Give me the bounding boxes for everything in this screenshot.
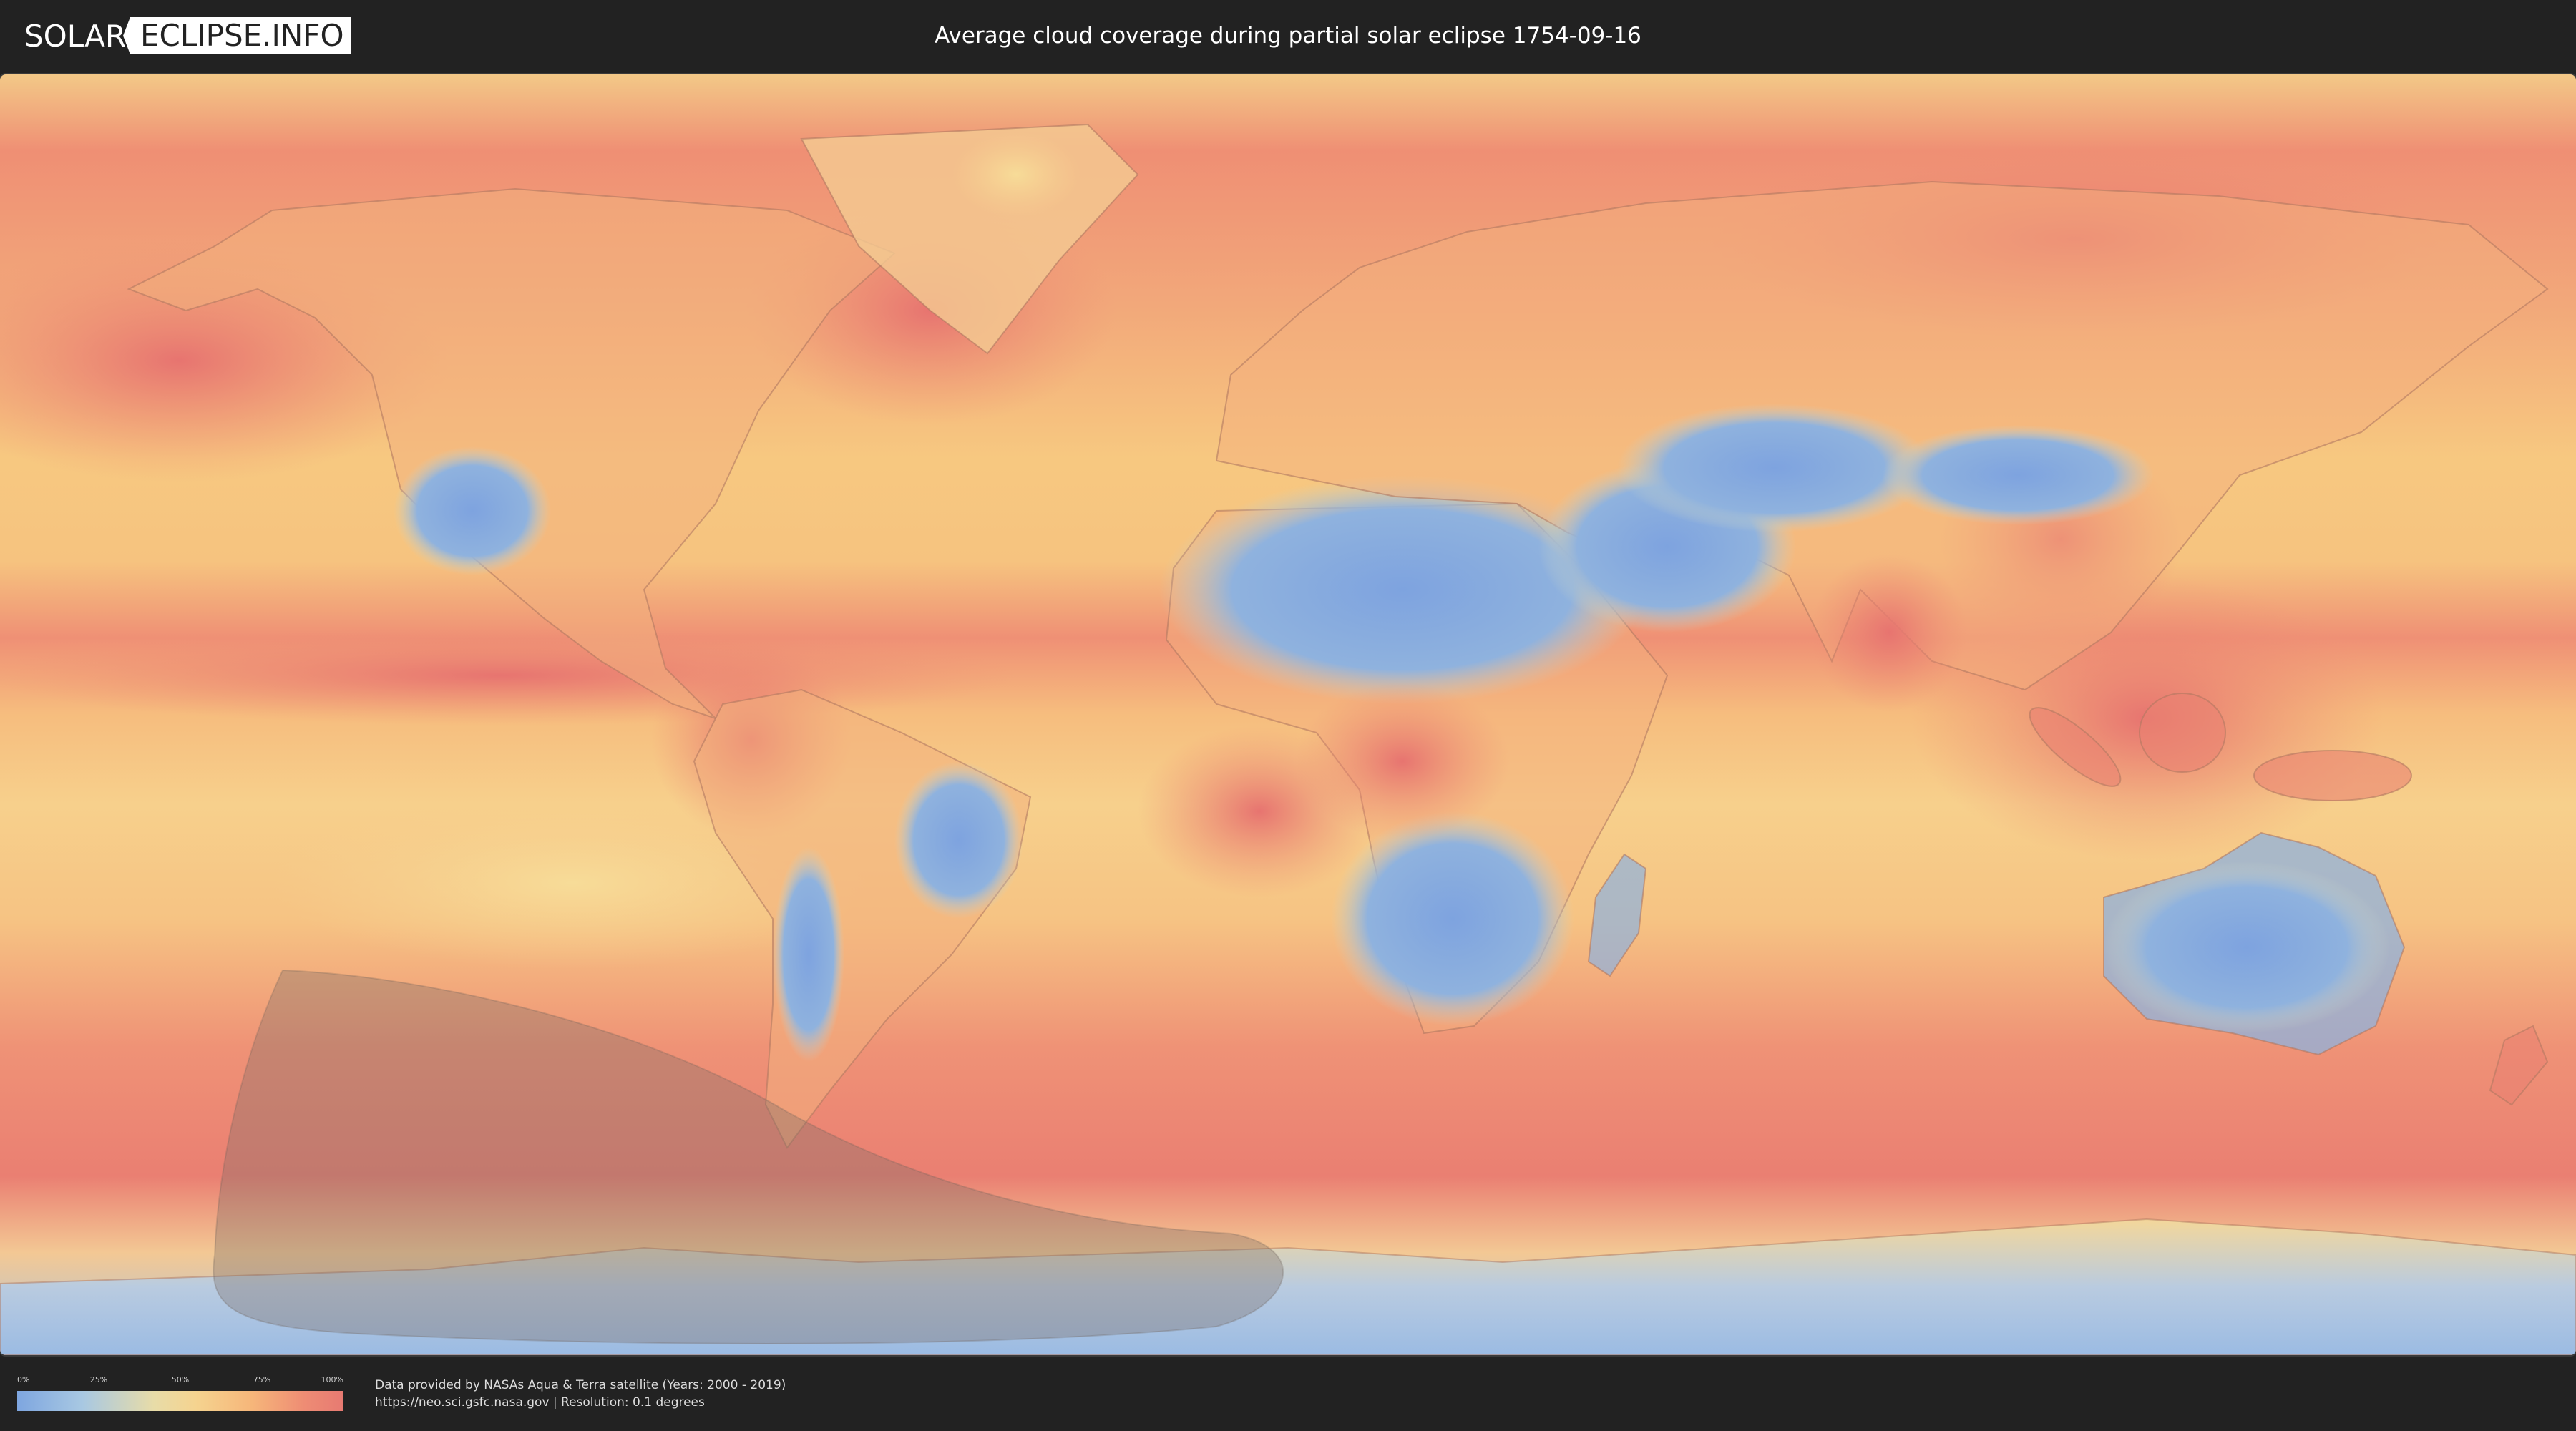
header-bar: SOLAR ECLIPSE.INFO Average cloud coverag… [0, 0, 2576, 70]
landmass-new-guinea [2253, 750, 2412, 801]
dry-region-australia [2104, 861, 2390, 1033]
credit-line-url[interactable]: https://neo.sci.gsfc.nasa.gov | Resoluti… [375, 1394, 786, 1411]
data-credits: Data provided by NASAs Aqua & Terra sate… [375, 1377, 786, 1411]
dry-region-atacama [773, 847, 844, 1062]
legend-tick-labels: 0% 25% 50% 75% 100% [17, 1375, 343, 1385]
cloudy-region-central-africa [1295, 683, 1510, 840]
legend-color-scale [17, 1391, 343, 1411]
dry-region-western-us [394, 446, 551, 575]
cloud-band-itcz [0, 625, 1016, 726]
credit-line-source: Data provided by NASAs Aqua & Terra sate… [375, 1378, 786, 1392]
dry-region-southern-africa [1331, 811, 1574, 1026]
cloud-coverage-map[interactable] [0, 74, 2576, 1355]
cloudy-region-india [1810, 554, 1968, 711]
dry-region-greenland [952, 132, 1080, 218]
dry-region-gobi [1882, 425, 2154, 525]
cloud-coverage-legend: 0% 25% 50% 75% 100% [17, 1375, 343, 1414]
dry-region-brazil [894, 761, 1023, 919]
legend-tick-100: 100% [321, 1375, 343, 1384]
landmass-borneo [2139, 693, 2226, 773]
legend-tick-50: 50% [171, 1375, 190, 1384]
legend-tick-25: 25% [89, 1375, 108, 1384]
legend-tick-0: 0% [17, 1375, 30, 1384]
page-title: Average cloud coverage during partial so… [935, 23, 1641, 49]
legend-tick-75: 75% [253, 1375, 271, 1384]
